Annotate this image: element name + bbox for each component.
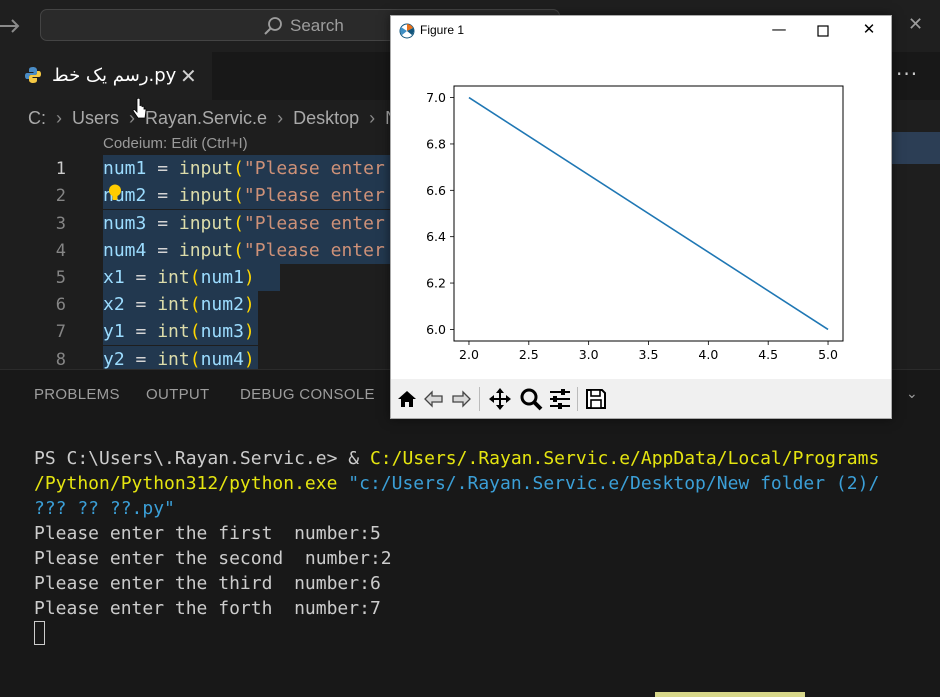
code-text: num1 = input("Please enter	[103, 158, 385, 179]
y-tick-label: 6.6	[426, 183, 446, 198]
more-actions-icon[interactable]: ···	[896, 62, 918, 86]
x-tick-label: 4.0	[698, 347, 718, 362]
code-text: num3 = input("Please enter	[103, 213, 385, 234]
breadcrumb-item[interactable]: Desktop	[293, 108, 359, 129]
figure-toolbar	[391, 379, 891, 418]
status-strip	[655, 692, 805, 697]
line-chart: 2.0 2.5 3.0 3.5 4.0 4.5 5.0 6.0 6.2 6.4 6.6 6.8 7.0	[426, 85, 844, 362]
chevron-right-icon: ›	[277, 107, 284, 128]
line-number: 4	[55, 241, 66, 261]
figure-window[interactable]: Figure 1 — ✕ 2.0 2.5 3.0 3.5 4.0 4.5 5.0 6.0 6.2…	[390, 15, 892, 419]
lightbulb-icon[interactable]	[108, 184, 122, 202]
terminal-line: Please enter the third number:6	[34, 573, 381, 594]
tab-problems[interactable]: PROBLEMS	[34, 386, 120, 403]
save-icon[interactable]	[584, 387, 608, 411]
x-tick-label: 3.5	[639, 347, 659, 362]
chevron-right-icon: ›	[369, 107, 376, 128]
x-tick-label: 3.0	[579, 347, 599, 362]
matplotlib-icon	[399, 23, 415, 39]
chevron-right-icon: ›	[56, 107, 62, 128]
breadcrumb-item[interactable]: Users	[72, 108, 119, 129]
breadcrumb-item[interactable]: C:	[28, 108, 46, 129]
terminal-output[interactable]: PS C:\Users\.Rayan.Servic.e> & C:/Users/…	[34, 446, 934, 647]
breadcrumb-item[interactable]: Rayan.Servic.e	[145, 108, 267, 129]
terminal-prompt: PS C:\Users\.Rayan.Servic.e> &	[34, 448, 370, 469]
x-tick-label: 4.5	[758, 347, 778, 362]
figure-title: Figure 1	[420, 23, 465, 37]
code-text: x1 = int(num1)	[103, 267, 255, 288]
line-number: 1	[55, 159, 66, 179]
configure-subplots-icon[interactable]	[548, 387, 572, 411]
y-tick-label: 7.0	[426, 90, 446, 105]
code-text: num4 = input("Please enter	[103, 240, 385, 261]
tab-close-icon[interactable]: ✕	[180, 64, 197, 88]
y-tick-label: 6.4	[426, 229, 446, 244]
terminal-line: Please enter the forth number:7	[34, 598, 381, 619]
line-number: 7	[55, 322, 66, 342]
figure-title-bar[interactable]: Figure 1 — ✕	[391, 16, 891, 46]
back-arrow-icon[interactable]	[422, 387, 446, 411]
back-arrow-icon[interactable]	[0, 14, 22, 38]
home-icon[interactable]	[395, 387, 419, 411]
y-tick-label: 6.2	[426, 276, 446, 291]
code-text: x2 = int(num2)	[103, 294, 255, 315]
line-number: 2	[55, 186, 66, 206]
terminal-command: C:/Users/.Rayan.Servic.e/AppData/Local/P…	[369, 448, 880, 469]
maximize-icon[interactable]	[812, 20, 834, 42]
window-close-icon[interactable]: ✕	[908, 14, 923, 35]
search-icon	[263, 16, 283, 36]
y-tick-label: 6.0	[426, 322, 446, 337]
pan-icon[interactable]	[488, 387, 512, 411]
figure-canvas[interactable]: 2.0 2.5 3.0 3.5 4.0 4.5 5.0 6.0 6.2 6.4 6.6 6.8 7.0	[391, 46, 891, 379]
forward-arrow-icon[interactable]	[449, 387, 473, 411]
breadcrumb: C:› Users› Rayan.Servic.e› Desktop› Ne	[28, 106, 408, 130]
chevron-down-icon[interactable]: ⌄	[906, 386, 918, 402]
line-number: 8	[55, 350, 66, 369]
codelens-hint[interactable]: Codeium: Edit (Ctrl+I)	[103, 135, 248, 152]
python-file-icon	[24, 66, 42, 84]
line-number: 3	[55, 214, 66, 234]
minimize-icon[interactable]: —	[768, 20, 790, 42]
x-tick-label: 2.0	[459, 347, 479, 362]
terminal-argument: ??? ?? ??.py"	[34, 498, 175, 519]
line-number: 6	[55, 295, 66, 315]
code-text: num2 = input("Please enter	[103, 185, 385, 206]
y-tick-label: 6.8	[426, 136, 446, 151]
terminal-cursor	[34, 621, 45, 645]
tab-debug-console[interactable]: DEBUG CONSOLE	[240, 386, 375, 403]
terminal-argument: "c:/Users/.Rayan.Servic.e/Desktop/New fo…	[337, 473, 880, 494]
terminal-line: Please enter the second number:2	[34, 548, 392, 569]
mouse-pointer-icon	[132, 97, 148, 122]
code-text: y1 = int(num3)	[103, 321, 255, 342]
code-text: y2 = int(num4)	[103, 349, 255, 369]
zoom-icon[interactable]	[519, 387, 543, 411]
x-tick-label: 2.5	[519, 347, 539, 362]
search-placeholder: Search	[290, 16, 344, 35]
tab-label: رسم یک خط.py	[52, 65, 177, 86]
close-icon[interactable]: ✕	[858, 20, 880, 42]
terminal-command: /Python/Python312/python.exe	[34, 473, 338, 494]
tab-output[interactable]: OUTPUT	[146, 386, 209, 403]
terminal-line: Please enter the first number:5	[34, 523, 381, 544]
toolbar-divider	[479, 387, 480, 411]
line-number: 5	[55, 268, 66, 288]
toolbar-divider	[577, 387, 578, 411]
editor-tab[interactable]: رسم یک خط.py ✕	[0, 52, 212, 100]
x-tick-label: 5.0	[818, 347, 838, 362]
